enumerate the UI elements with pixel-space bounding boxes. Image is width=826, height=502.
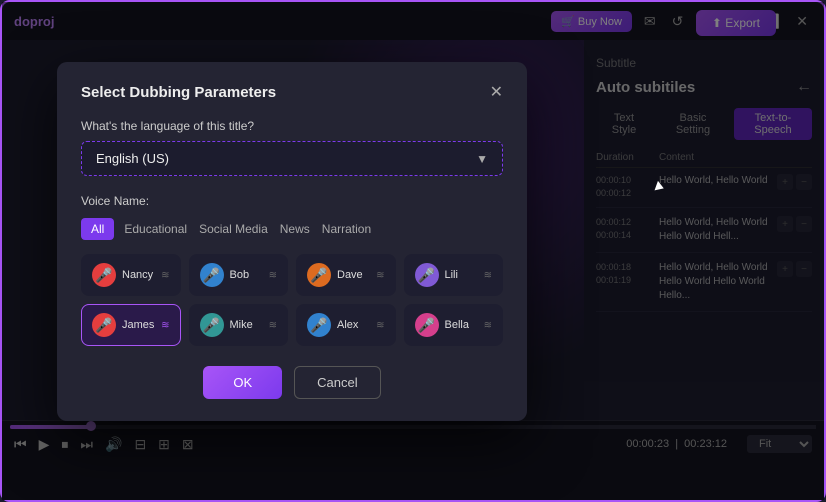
dubbing-parameters-modal: Select Dubbing Parameters ✕ What's the l…	[57, 62, 527, 421]
filter-tab-news[interactable]: News	[278, 218, 312, 240]
voice-name-nancy: Nancy	[122, 269, 155, 281]
voice-wave-bella[interactable]: ≋	[484, 320, 492, 331]
voice-card-lili[interactable]: 🎤 Lili ≋	[404, 254, 504, 296]
voice-wave-alex[interactable]: ≋	[376, 320, 384, 331]
modal-overlay: Select Dubbing Parameters ✕ What's the l…	[2, 2, 824, 500]
voice-card-dave[interactable]: 🎤 Dave ≋	[296, 254, 396, 296]
voice-wave-nancy[interactable]: ≋	[161, 270, 169, 281]
voice-avatar-alex: 🎤	[307, 313, 331, 337]
modal-close-button[interactable]: ✕	[490, 85, 503, 101]
voice-wave-james[interactable]: ≋	[161, 320, 169, 331]
voice-wave-lili[interactable]: ≋	[484, 270, 492, 281]
dropdown-arrow-icon: ▼	[476, 152, 488, 166]
voice-name-alex: Alex	[337, 319, 370, 331]
modal-footer: OK Cancel	[81, 366, 503, 399]
voice-wave-dave[interactable]: ≋	[376, 270, 384, 281]
voice-avatar-mike: 🎤	[200, 313, 224, 337]
language-dropdown-container[interactable]: English (US) Spanish French German Japan…	[81, 141, 503, 176]
voice-grid: 🎤 Nancy ≋ 🎤 Bob ≋ 🎤 Dave ≋ 🎤 Lili ≋	[81, 254, 503, 346]
modal-header: Select Dubbing Parameters ✕	[81, 84, 503, 101]
filter-tab-narration[interactable]: Narration	[320, 218, 373, 240]
filter-tab-social-media[interactable]: Social Media	[197, 218, 270, 240]
voice-name-section-label: Voice Name:	[81, 194, 503, 208]
modal-title: Select Dubbing Parameters	[81, 84, 276, 101]
language-select[interactable]: English (US) Spanish French German Japan…	[96, 151, 476, 166]
cancel-button[interactable]: Cancel	[294, 366, 380, 399]
voice-card-nancy[interactable]: 🎤 Nancy ≋	[81, 254, 181, 296]
voice-avatar-dave: 🎤	[307, 263, 331, 287]
voice-filter-tabs: All Educational Social Media News Narrat…	[81, 218, 503, 240]
voice-avatar-lili: 🎤	[415, 263, 439, 287]
voice-card-bob[interactable]: 🎤 Bob ≋	[189, 254, 289, 296]
voice-card-james[interactable]: 🎤 James ≋	[81, 304, 181, 346]
language-question-label: What's the language of this title?	[81, 119, 503, 133]
voice-avatar-james: 🎤	[92, 313, 116, 337]
voice-name-lili: Lili	[445, 269, 478, 281]
voice-wave-mike[interactable]: ≋	[269, 320, 277, 331]
voice-wave-bob[interactable]: ≋	[269, 270, 277, 281]
voice-name-dave: Dave	[337, 269, 370, 281]
filter-tab-all[interactable]: All	[81, 218, 114, 240]
voice-name-james: James	[122, 319, 155, 331]
voice-card-alex[interactable]: 🎤 Alex ≋	[296, 304, 396, 346]
ok-button[interactable]: OK	[203, 366, 282, 399]
voice-card-bella[interactable]: 🎤 Bella ≋	[404, 304, 504, 346]
voice-avatar-bob: 🎤	[200, 263, 224, 287]
filter-tab-educational[interactable]: Educational	[122, 218, 189, 240]
voice-name-mike: Mike	[230, 319, 263, 331]
voice-avatar-bella: 🎤	[415, 313, 439, 337]
voice-card-mike[interactable]: 🎤 Mike ≋	[189, 304, 289, 346]
voice-name-bella: Bella	[445, 319, 478, 331]
voice-avatar-nancy: 🎤	[92, 263, 116, 287]
voice-name-bob: Bob	[230, 269, 263, 281]
